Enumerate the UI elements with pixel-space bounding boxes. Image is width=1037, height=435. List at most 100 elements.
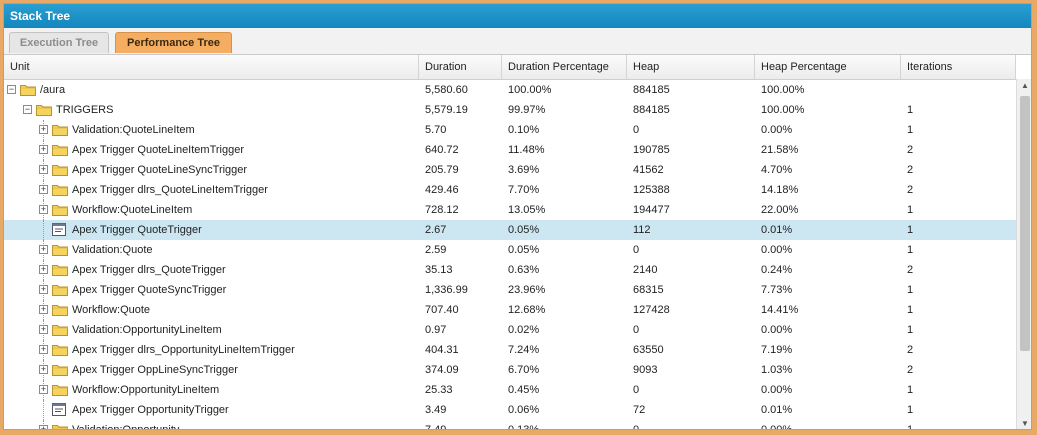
expand-icon[interactable]: + (39, 325, 48, 334)
expand-icon[interactable]: + (39, 345, 48, 354)
column-header-heap-percentage[interactable]: Heap Percentage (755, 55, 901, 79)
tab-performance-tree[interactable]: Performance Tree (115, 32, 232, 53)
duration-cell: 0.97 (425, 324, 447, 336)
collapse-icon[interactable]: − (23, 105, 32, 114)
duration-cell: 2.59 (425, 244, 447, 256)
duration-percentage-cell: 23.96% (508, 284, 546, 296)
table-row[interactable]: + Apex Trigger dlrs_QuoteLineItemTrigger 4… (4, 180, 1016, 200)
table-row[interactable]: + Validation:QuoteLineItem 5.70 0.10% 0 0.00%… (4, 120, 1016, 140)
column-header-duration-percentage[interactable]: Duration Percentage (502, 55, 627, 79)
table-row[interactable]: + Validation:Quote 2.59 0.05% 0 0.00% 1 (4, 240, 1016, 260)
iterations-cell: 2 (907, 164, 914, 176)
unit-cell: + Apex Trigger QuoteSyncTrigger (4, 280, 419, 300)
duration-percentage-cell: 0.63% (508, 264, 540, 276)
iterations-cell: 2 (907, 184, 914, 196)
iterations-cell: 1 (907, 104, 914, 116)
expand-icon[interactable]: + (39, 245, 48, 254)
scrollbar-thumb[interactable] (1020, 96, 1030, 351)
table-row[interactable]: + Validation:OpportunityLineItem 0.97 0.02%… (4, 320, 1016, 340)
column-header-iterations[interactable]: Iterations (901, 55, 1016, 79)
table-row[interactable]: + Workflow:Quote 707.40 12.68% 127428 14.41% 1 (4, 300, 1016, 320)
unit-cell: + Workflow:QuoteLineItem (4, 200, 419, 220)
table-row[interactable]: Apex Trigger OpportunityTrigger 3.49 0.06%… (4, 400, 1016, 420)
expand-icon[interactable]: + (39, 385, 48, 394)
table-row[interactable]: + Apex Trigger QuoteLineSyncTrigger 205.79… (4, 160, 1016, 180)
unit-cell: Apex Trigger QuoteTrigger (4, 220, 419, 240)
table-row[interactable]: − TRIGGERS 5,579.19 99.97% 884185 100.00% 1 (4, 100, 1016, 120)
expand-icon[interactable]: + (39, 125, 48, 134)
scroll-down-arrow-icon[interactable]: ▼ (1017, 417, 1031, 429)
duration-cell: 374.09 (425, 364, 459, 376)
heap-percentage-cell: 0.00% (761, 384, 793, 396)
table-row[interactable]: + Apex Trigger OppLineSyncTrigger 374.09 6.… (4, 360, 1016, 380)
tree-guide-line (43, 220, 44, 240)
table-row[interactable]: + Apex Trigger dlrs_QuoteTrigger 35.13 0.63… (4, 260, 1016, 280)
table-row[interactable]: Apex Trigger QuoteTrigger 2.67 0.05% 112 0.0… (4, 220, 1016, 240)
table-row[interactable]: + Validation:Opportunity 7.49 0.13% 0 0.00% 1 (4, 420, 1016, 429)
table-row[interactable]: + Apex Trigger QuoteLineItemTrigger 640.72… (4, 140, 1016, 160)
heap-cell: 0 (633, 244, 640, 256)
unit-cell: + Validation:Quote (4, 240, 419, 260)
folder-icon (52, 325, 68, 336)
folder-icon (52, 185, 68, 196)
table-row[interactable]: + Workflow:OpportunityLineItem 25.33 0.45% 0… (4, 380, 1016, 400)
heap-cell: 0 (633, 324, 640, 336)
unit-cell: + Workflow:OpportunityLineItem (4, 380, 419, 400)
heap-percentage-cell: 0.24% (761, 264, 793, 276)
column-header-heap[interactable]: Heap (627, 55, 755, 79)
heap-percentage-cell: 21.58% (761, 144, 799, 156)
expand-icon[interactable]: + (39, 365, 48, 374)
heap-cell: 0 (633, 384, 640, 396)
expand-icon[interactable]: + (39, 265, 48, 274)
expand-icon[interactable]: + (39, 185, 48, 194)
heap-percentage-cell: 0.00% (761, 124, 793, 136)
heap-cell: 127428 (633, 304, 670, 316)
folder-icon (52, 145, 68, 156)
tab-execution-tree[interactable]: Execution Tree (9, 32, 109, 53)
iterations-cell (901, 80, 1016, 100)
unit-label: Workflow:Quote (72, 304, 151, 316)
duration-percentage-cell: 13.05% (508, 204, 546, 216)
table-row[interactable]: + Apex Trigger dlrs_OpportunityLineItemTr… (4, 340, 1016, 360)
duration-cell: 429.46 (425, 184, 459, 196)
grid-header: Unit Duration Duration Percentage Heap H… (4, 55, 1016, 80)
duration-cell: 640.72 (425, 144, 459, 156)
unit-label: /aura (40, 84, 66, 96)
column-header-unit[interactable]: Unit (4, 55, 419, 79)
duration-percentage-cell: 7.24% (508, 344, 540, 356)
folder-icon (52, 305, 68, 316)
expand-icon[interactable]: + (39, 145, 48, 154)
column-header-duration[interactable]: Duration (419, 55, 502, 79)
vertical-scrollbar[interactable]: ▲ ▼ (1016, 79, 1031, 429)
unit-cell: Apex Trigger OpportunityTrigger (4, 400, 419, 420)
heap-cell: 41562 (633, 164, 664, 176)
unit-label: Apex Trigger dlrs_QuoteLineItemTrigger (72, 184, 268, 196)
heap-cell: 9093 (633, 364, 658, 376)
duration-percentage-cell: 6.70% (508, 364, 540, 376)
heap-cell: 884185 (633, 104, 670, 116)
table-row[interactable]: − /aura 5,580.60 100.00% 884185 100.00% (4, 80, 1016, 100)
iterations-cell: 2 (907, 264, 914, 276)
unit-label: Validation:OpportunityLineItem (72, 324, 222, 336)
table-row[interactable]: + Workflow:QuoteLineItem 728.12 13.05% 19447… (4, 200, 1016, 220)
scroll-up-arrow-icon[interactable]: ▲ (1017, 79, 1031, 93)
heap-cell: 72 (633, 404, 646, 416)
unit-cell: + Workflow:Quote (4, 300, 419, 320)
expand-icon[interactable]: + (39, 305, 48, 314)
duration-percentage-cell: 0.05% (508, 224, 540, 236)
folder-icon (52, 165, 68, 176)
expand-icon[interactable]: + (39, 285, 48, 294)
expand-icon[interactable]: + (39, 165, 48, 174)
unit-label: Apex Trigger OpportunityTrigger (72, 404, 229, 416)
duration-cell: 35.13 (425, 264, 453, 276)
heap-cell: 63550 (633, 344, 664, 356)
folder-icon (52, 365, 68, 376)
expand-icon[interactable]: + (39, 205, 48, 214)
duration-percentage-cell: 11.48% (508, 144, 545, 156)
collapse-icon[interactable]: − (7, 85, 16, 94)
folder-icon (52, 345, 68, 356)
expand-icon[interactable]: + (39, 425, 48, 429)
iterations-cell: 2 (907, 144, 914, 156)
table-row[interactable]: + Apex Trigger QuoteSyncTrigger 1,336.99 23… (4, 280, 1016, 300)
iterations-cell: 1 (907, 224, 914, 236)
